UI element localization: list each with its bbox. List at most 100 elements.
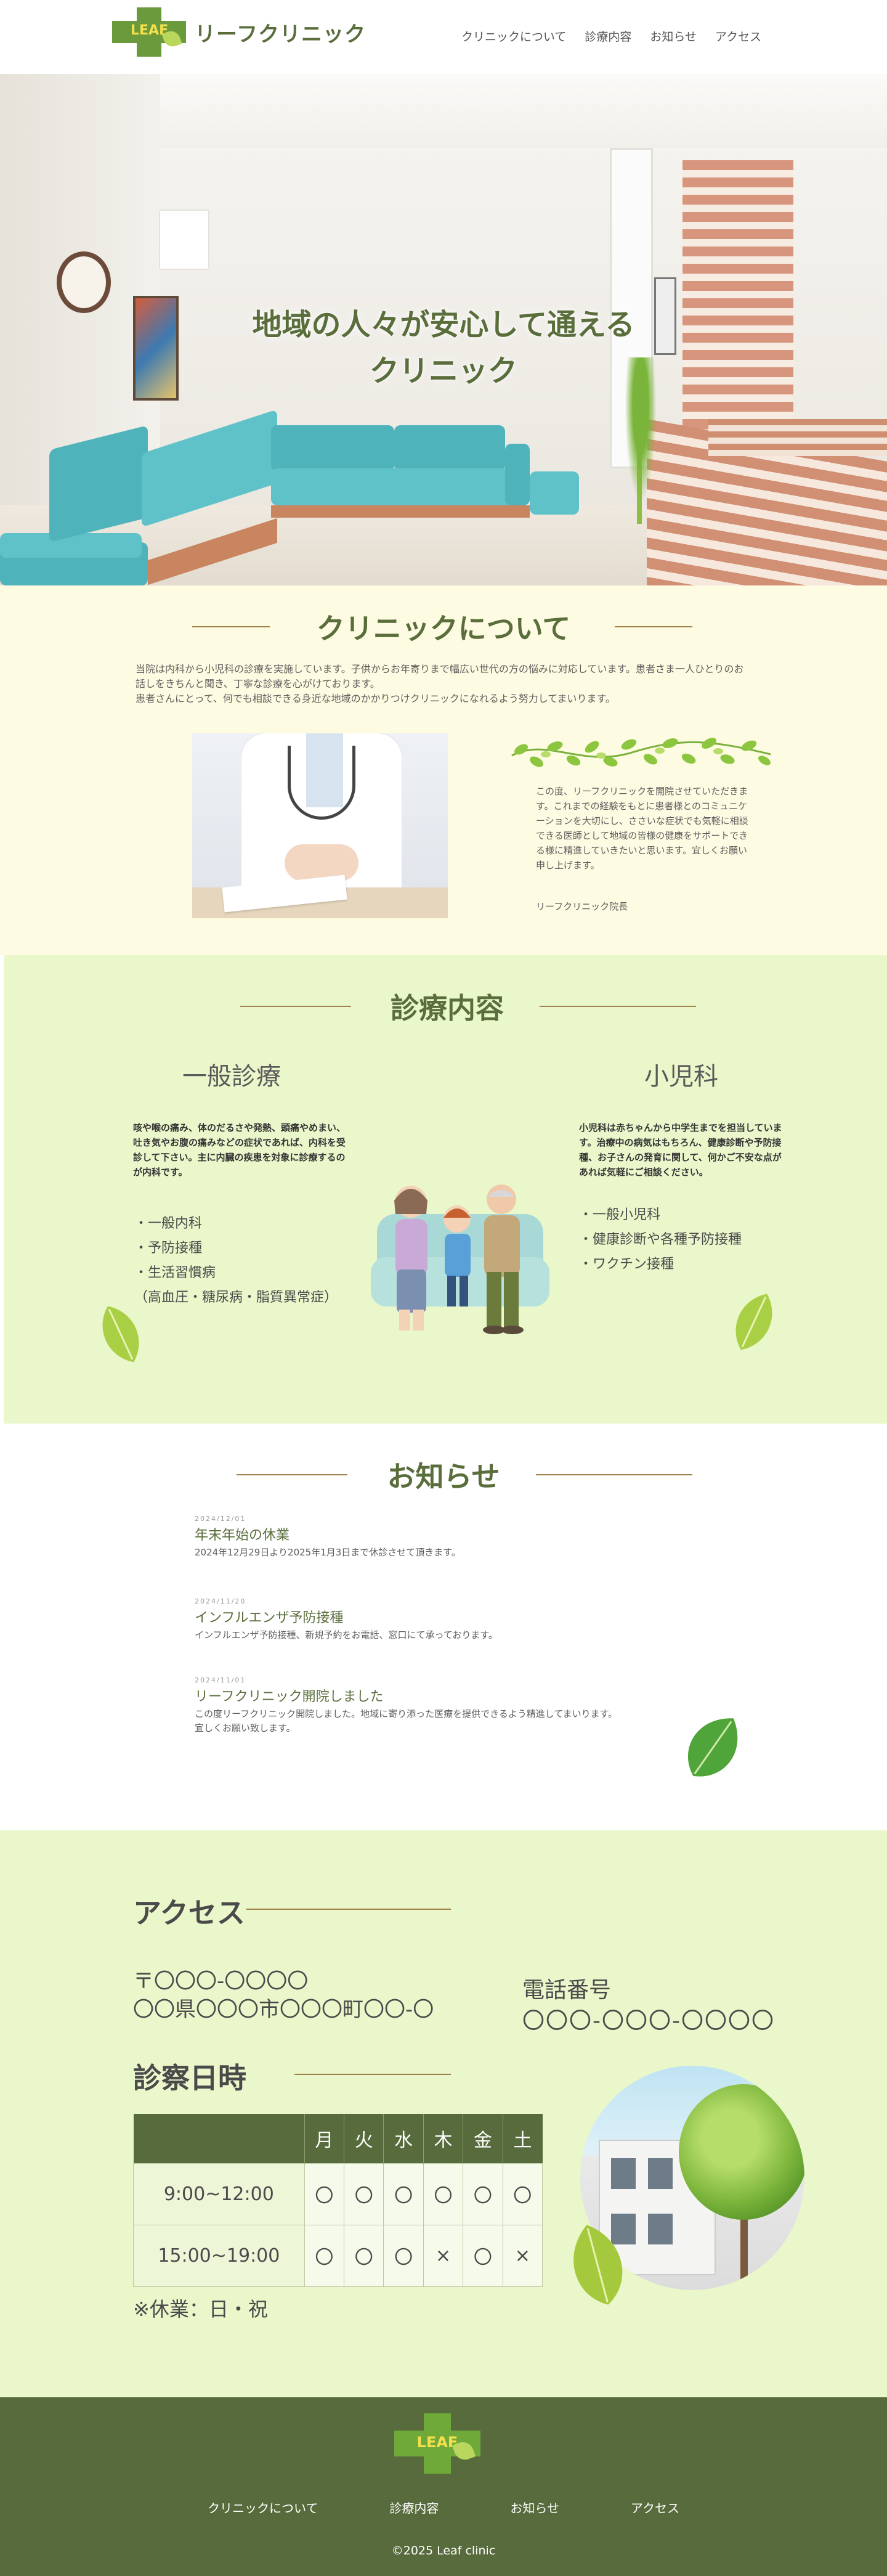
list-item: ・予防接種 (134, 1241, 203, 1256)
list-item: （高血圧・糖尿病・脂質異常症） (134, 1290, 338, 1305)
availability-mark: 〇 (383, 2162, 424, 2225)
leaf-cross-logo-icon: LEAF (112, 7, 186, 57)
phone-number[interactable]: 〇〇〇-〇〇〇-〇〇〇〇 (522, 2003, 775, 2035)
title-divider-right (540, 1006, 696, 1007)
director-greeting: この度、リーフクリニックを開院させていただきます。これまでの経験をもとに患者様と… (536, 786, 748, 871)
main-nav: クリニックについて 診療内容 お知らせ アクセス (461, 28, 761, 44)
table-row: 9:00~12:00 〇 〇 〇 〇 〇 〇 (133, 2162, 543, 2225)
footer-link-access[interactable]: アクセス (631, 2498, 679, 2516)
table-header-blank (133, 2114, 305, 2163)
availability-mark: 〇 (383, 2224, 424, 2287)
doctor-photo (192, 733, 448, 918)
leaf-decoration-icon (102, 1306, 139, 1363)
availability-mark: 〇 (344, 2162, 384, 2225)
availability-mark: 〇 (423, 2162, 464, 2225)
site-header: LEAF リーフクリニック クリニックについて 診療内容 お知らせ アクセス (0, 0, 887, 74)
availability-mark: 〇 (304, 2162, 345, 2225)
news-date: 2024/12/01 (195, 1515, 246, 1523)
availability-mark: 〇 (463, 2162, 503, 2225)
office-hours-table: 月 火 水 木 金 土 9:00~12:00 〇 〇 〇 〇 〇 〇 15:00… (133, 2114, 543, 2287)
pediatrics-heading: 小児科 (644, 1062, 718, 1091)
leaf-decoration-icon (735, 1294, 772, 1350)
availability-mark: 〇 (502, 2162, 543, 2225)
services-section: 診療内容 一般診療 咳や喉の痛み、体のだるさや発熱、頭痛やめまい、吐き気やお腹の… (0, 955, 887, 1424)
list-item: ・一般内科 (134, 1216, 203, 1231)
news-section-header: お知らせ (0, 1454, 887, 1495)
nav-link-services[interactable]: 診療内容 (585, 28, 631, 44)
time-slot: 15:00~19:00 (133, 2224, 305, 2287)
about-title: クリニックについて (316, 612, 571, 645)
news-body: インフルエンザ予防接種、新規予約をお電話、窓口にて承っております。 (195, 1629, 498, 1641)
day-header: 水 (383, 2114, 424, 2163)
news-headline: 年末年始の休業 (195, 1528, 290, 1543)
site-logo[interactable]: LEAF リーフクリニック (112, 7, 366, 57)
about-section: クリニックについて 当院は内科から小児科の診療を実施しています。子供からお年寄り… (0, 585, 887, 955)
news-headline: インフルエンザ予防接種 (195, 1610, 344, 1626)
title-divider (294, 2074, 451, 2075)
brand-name: リーフクリニック (195, 22, 366, 47)
news-date: 2024/11/01 (195, 1676, 246, 1684)
news-body: 2024年12月29日より2025年1月3日まで休診させて頂きます。 (195, 1547, 461, 1558)
news-item[interactable]: 2024/12/01 年末年始の休業 2024年12月29日より2025年1月3… (195, 1515, 700, 1560)
logo-mark-text: LEAF (416, 2434, 458, 2451)
street-address: 〇〇県〇〇〇市〇〇〇町〇〇-〇 (133, 1997, 434, 2022)
about-lead-text: 当院は内科から小児科の診療を実施しています。子供からお年寄りまで幅広い世代の方の… (136, 663, 744, 704)
holiday-note: ※休業：日・祝 (133, 2297, 268, 2321)
site-footer: LEAF クリニックについて 診療内容 お知らせ アクセス ©2025 Leaf… (0, 2397, 887, 2576)
availability-mark: 〇 (463, 2224, 503, 2287)
list-item: ・一般小児科 (579, 1207, 661, 1223)
title-divider (246, 1909, 451, 1910)
hero-title-line-2: クリニック (369, 354, 517, 388)
day-header: 金 (463, 2114, 503, 2163)
services-title: 診療内容 (391, 992, 504, 1025)
footer-link-news[interactable]: お知らせ (510, 2498, 559, 2516)
clinic-address: 〒〇〇〇-〇〇〇〇 〇〇県〇〇〇市〇〇〇町〇〇-〇 (133, 1967, 434, 2024)
postal-code: 〒〇〇〇-〇〇〇〇 (133, 1969, 309, 1994)
nav-link-news[interactable]: お知らせ (650, 28, 697, 44)
availability-mark: 〇 (344, 2224, 384, 2287)
list-item: ・ワクチン接種 (579, 1257, 674, 1272)
news-title: お知らせ (387, 1460, 500, 1493)
list-item: ・健康診断や各種予防接種 (579, 1232, 742, 1247)
hero-title: 地域の人々が安心して通える クリニック (240, 302, 647, 394)
list-item: ・生活習慣病 (134, 1265, 216, 1281)
phone-label: 電話番号 (522, 1978, 612, 2003)
about-section-header: クリニックについて (0, 606, 887, 647)
director-signature: リーフクリニック院長 (536, 901, 628, 912)
day-header: 月 (304, 2114, 345, 2163)
pediatrics-description: 小児科は赤ちゃんから中学生までを担当しています。治療中の病気はもちろん、健康診断… (579, 1122, 782, 1178)
footer-link-services[interactable]: 診療内容 (389, 2498, 439, 2516)
title-divider-right (536, 1474, 692, 1475)
day-header: 木 (423, 2114, 464, 2163)
general-medicine-heading: 一般診療 (182, 1062, 281, 1091)
general-medicine-description: 咳や喉の痛み、体のだるさや発熱、頭痛やめまい、吐き気やお腹の痛みなどの症状であれ… (133, 1122, 346, 1178)
availability-mark: 〇 (304, 2224, 345, 2287)
services-section-header: 診療内容 (4, 986, 887, 1027)
table-row: 15:00~19:00 〇 〇 〇 × 〇 × (133, 2224, 543, 2287)
news-date: 2024/11/20 (195, 1597, 246, 1605)
leaf-decoration-icon (573, 2225, 623, 2305)
leaf-vine-decoration (511, 738, 771, 767)
news-headline: リーフクリニック開院しました (195, 1689, 384, 1705)
time-slot: 9:00~12:00 (133, 2162, 305, 2225)
availability-mark: × (502, 2224, 543, 2287)
news-item[interactable]: 2024/11/20 インフルエンザ予防接種 インフルエンザ予防接種、新規予約を… (195, 1597, 700, 1642)
general-medicine-list: ・一般内科 ・予防接種 ・生活習慣病 （高血圧・糖尿病・脂質異常症） (134, 1212, 338, 1310)
access-title: アクセス (133, 1896, 245, 1930)
footer-link-about[interactable]: クリニックについて (208, 2498, 318, 2516)
table-header-row: 月 火 水 木 金 土 (133, 2114, 543, 2163)
leaf-cross-logo-icon[interactable]: LEAF (394, 2413, 480, 2474)
day-header: 土 (503, 2114, 543, 2163)
title-divider-right (615, 626, 692, 627)
nav-link-access[interactable]: アクセス (715, 28, 761, 44)
news-item[interactable]: 2024/11/01 リーフクリニック開院しました この度リーフクリニック開院し… (195, 1676, 700, 1735)
schedule-title: 診察日時 (133, 2061, 246, 2095)
leaf-decoration-icon (687, 1718, 738, 1777)
copyright: ©2025 Leaf clinic (391, 2544, 496, 2558)
access-section: アクセス 〒〇〇〇-〇〇〇〇 〇〇県〇〇〇市〇〇〇町〇〇-〇 電話番号 〇〇〇-… (0, 1830, 887, 2397)
hero-title-line-1: 地域の人々が安心して通える (252, 308, 635, 342)
hero-section: 地域の人々が安心して通える クリニック (0, 74, 887, 585)
footer-nav: クリニックについて 診療内容 お知らせ アクセス (0, 2498, 887, 2516)
family-illustration (371, 1184, 549, 1334)
nav-link-about[interactable]: クリニックについて (461, 28, 566, 44)
